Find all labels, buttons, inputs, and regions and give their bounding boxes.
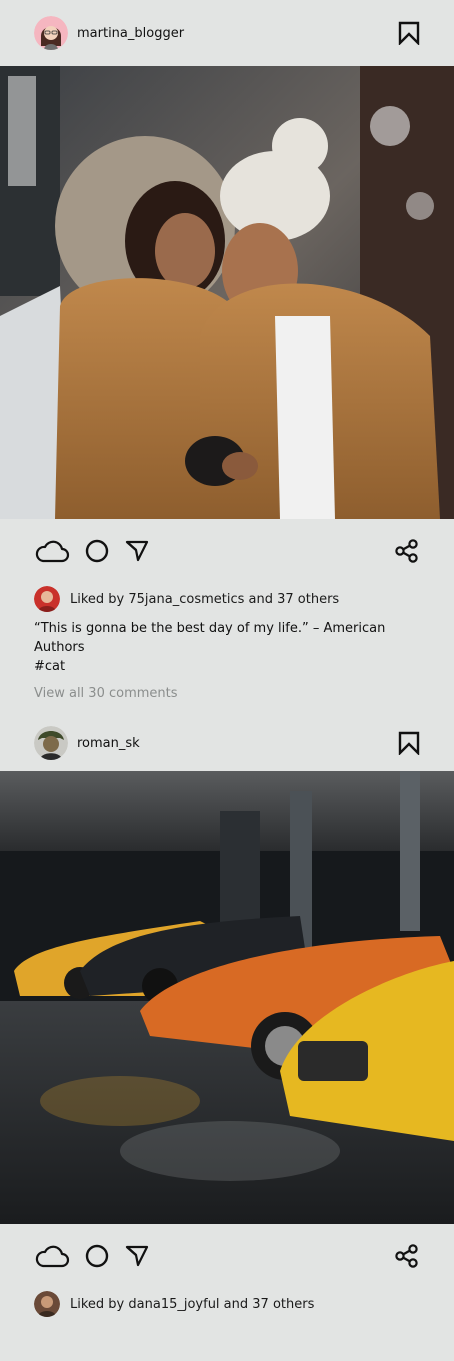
bookmark-icon[interactable] [398,731,420,756]
likes-suffix[interactable]: and 37 others [220,1297,315,1312]
view-comments-link[interactable]: View all 30 comments [0,676,454,701]
post-username[interactable]: martina_blogger [77,26,398,41]
post-photo[interactable] [0,66,454,519]
likes-text: Liked by 75jana_cosmetics and 37 others [70,592,339,607]
liker-username[interactable]: dana15_joyful [128,1297,219,1312]
circle-icon[interactable] [84,1243,110,1269]
likes-prefix: Liked by [70,591,129,607]
likes-prefix: Liked by [70,1296,129,1312]
caption-text: “This is gonna be the best day of my lif… [34,621,386,655]
post-header: roman_sk [0,715,454,771]
post-actions [0,519,454,583]
liker-username[interactable]: 75jana_cosmetics [128,592,244,607]
liker-avatar[interactable] [34,586,60,612]
cloud-icon[interactable] [34,1243,70,1269]
likes-row: Liked by 75jana_cosmetics and 37 others [0,583,454,615]
post-header: martina_blogger [0,0,454,66]
user-avatar[interactable] [34,16,68,50]
send-icon[interactable] [124,1243,150,1269]
bookmark-icon[interactable] [398,21,420,46]
user-avatar[interactable] [34,726,68,760]
send-icon[interactable] [124,538,150,564]
likes-text: Liked by dana15_joyful and 37 others [70,1297,314,1312]
share-icon[interactable] [394,1243,420,1269]
post-photo[interactable] [0,771,454,1224]
post-card: roman_sk Liked by dana15_joyful and 37 o… [0,715,454,1320]
circle-icon[interactable] [84,538,110,564]
likes-suffix[interactable]: and 37 others [244,592,340,607]
share-icon[interactable] [394,538,420,564]
post-username[interactable]: roman_sk [77,736,398,751]
cloud-icon[interactable] [34,538,70,564]
post-caption: “This is gonna be the best day of my lif… [0,615,454,676]
likes-row: Liked by dana15_joyful and 37 others [0,1288,454,1320]
post-actions [0,1224,454,1288]
post-card: martina_blogger Liked by 75jana_cosmetic… [0,0,454,701]
liker-avatar[interactable] [34,1291,60,1317]
hashtag-link[interactable]: #cat [34,657,420,676]
